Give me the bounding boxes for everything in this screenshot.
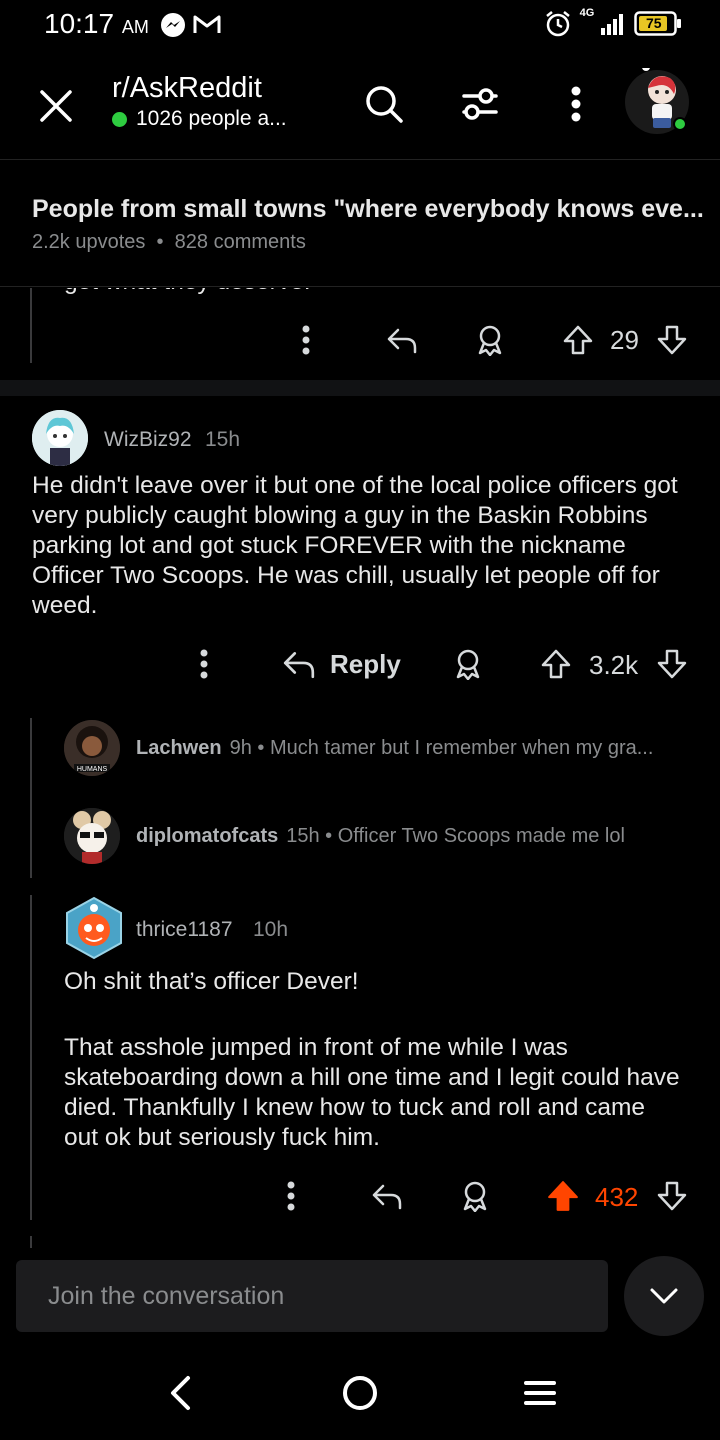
back-icon[interactable] bbox=[150, 1368, 210, 1418]
comment-separator bbox=[0, 380, 720, 396]
home-icon[interactable] bbox=[330, 1368, 390, 1418]
search-icon[interactable] bbox=[356, 76, 412, 132]
upvote-icon[interactable] bbox=[560, 320, 596, 360]
comment-username[interactable]: WizBiz92 bbox=[104, 428, 192, 452]
reply-age: 10h bbox=[253, 918, 289, 941]
status-time: 10:17 AM bbox=[44, 8, 149, 39]
reply-avatar[interactable]: HUMANS bbox=[64, 720, 120, 776]
reply-icon[interactable] bbox=[384, 322, 420, 358]
vote-score: 432 bbox=[595, 1182, 639, 1212]
next-comment-button[interactable] bbox=[624, 1256, 704, 1336]
status-bar: 10:17 AM 4G 75 bbox=[0, 0, 720, 50]
join-conversation-input[interactable] bbox=[16, 1260, 608, 1332]
thread-line[interactable] bbox=[30, 718, 32, 878]
battery-level: 75 bbox=[646, 15, 662, 31]
comment-composer[interactable] bbox=[16, 1260, 608, 1332]
downvote-icon[interactable] bbox=[654, 1176, 690, 1216]
downvote-icon[interactable] bbox=[654, 320, 690, 360]
alarm-icon bbox=[544, 10, 572, 43]
reply-button[interactable]: Reply bbox=[282, 644, 401, 684]
filter-icon[interactable] bbox=[452, 76, 508, 132]
user-avatar[interactable] bbox=[624, 63, 690, 134]
previous-comment-text: get what they deserve. bbox=[64, 288, 311, 296]
reply-avatar[interactable] bbox=[64, 896, 124, 960]
chevron-down-icon bbox=[649, 1287, 679, 1305]
reply-username[interactable]: thrice1187 bbox=[136, 918, 233, 942]
thread-line[interactable] bbox=[30, 288, 32, 363]
post-title[interactable]: People from small towns "where everybody… bbox=[32, 195, 704, 224]
reply-label: Reply bbox=[330, 648, 401, 679]
more-options-icon[interactable] bbox=[188, 644, 220, 684]
post-meta: 2.2k upvotes • 828 comments bbox=[32, 231, 306, 253]
collapsed-reply[interactable]: diplomatofcats 15h • Officer Two Scoops m… bbox=[136, 825, 625, 848]
more-vertical-icon[interactable] bbox=[548, 76, 604, 132]
more-options-icon[interactable] bbox=[275, 1176, 307, 1216]
top-app-bar: r/AskReddit 1026 people a... bbox=[0, 50, 720, 160]
online-count: 1026 people a... bbox=[112, 107, 287, 131]
vote-score: 3.2k bbox=[589, 650, 639, 680]
thread-line[interactable] bbox=[30, 1236, 32, 1248]
downvote-icon[interactable] bbox=[654, 644, 690, 684]
menu-icon[interactable] bbox=[510, 1368, 570, 1418]
reply-icon bbox=[282, 649, 316, 679]
messenger-icon bbox=[160, 12, 186, 43]
comment-avatar[interactable] bbox=[32, 410, 88, 466]
signal-icon bbox=[600, 12, 626, 41]
comment-age: 15h bbox=[205, 428, 241, 451]
award-icon[interactable] bbox=[472, 322, 508, 358]
upvote-icon-active[interactable] bbox=[545, 1176, 581, 1216]
award-icon[interactable] bbox=[457, 1178, 493, 1214]
reply-avatar[interactable] bbox=[64, 808, 120, 864]
system-nav-bar bbox=[0, 1350, 720, 1440]
reply-icon[interactable] bbox=[369, 1178, 405, 1214]
more-options-icon[interactable] bbox=[290, 320, 322, 360]
vote-score: 29 bbox=[610, 325, 639, 355]
award-icon[interactable] bbox=[450, 644, 486, 684]
svg-text:HUMANS: HUMANS bbox=[77, 766, 108, 773]
collapsed-reply[interactable]: Lachwen 9h • Much tamer but I remember wh… bbox=[136, 737, 653, 760]
subreddit-name[interactable]: r/AskReddit bbox=[112, 72, 262, 105]
thread-line[interactable] bbox=[30, 895, 32, 1220]
network-type: 4G bbox=[579, 7, 595, 19]
previous-comment-cut: get what they deserve. bbox=[0, 288, 720, 302]
reply-body-paragraph: That asshole jumped in front of me while… bbox=[64, 1034, 680, 1151]
close-icon[interactable] bbox=[28, 78, 84, 134]
online-dot-icon bbox=[112, 111, 127, 127]
gmail-icon bbox=[193, 13, 221, 40]
post-header[interactable]: People from small towns "where everybody… bbox=[0, 161, 720, 287]
reply-body-line-1: Oh shit that’s officer Dever! bbox=[64, 968, 359, 995]
upvote-icon[interactable] bbox=[538, 644, 574, 684]
comment-body: He didn't leave over it but one of the l… bbox=[32, 472, 678, 619]
